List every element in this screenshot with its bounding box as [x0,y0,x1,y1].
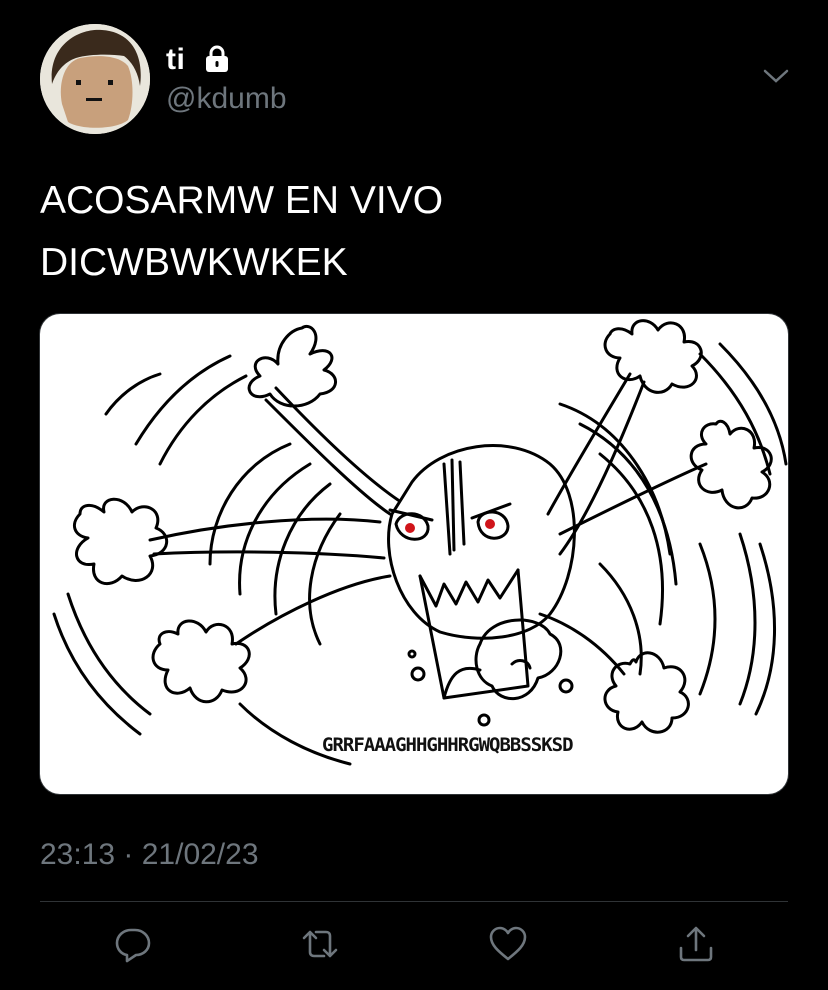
divider [40,901,788,902]
chevron-down-icon[interactable] [762,66,790,86]
retweet-button[interactable] [300,924,340,964]
like-button[interactable] [488,924,528,964]
user-handle[interactable]: @kdumb [166,82,287,116]
retweet-icon [302,930,338,958]
display-name[interactable]: ti [166,43,185,77]
tweet-text-line: DICWBWKWKEK [40,241,348,284]
share-button[interactable] [676,924,716,964]
avatar[interactable] [40,24,150,134]
tweet-timestamp[interactable]: 23:13 · 21/02/23 [40,838,259,872]
monster-drawing [52,319,788,766]
heart-icon [489,926,527,961]
lock-icon [206,45,228,72]
drawing-caption: GRRFAAAGHHGHHRGWQBBSSKSD [322,734,574,756]
share-icon [679,926,713,962]
reply-icon [115,928,151,963]
tweet-text-line: ACOSARMW EN VIVO [40,179,444,222]
avatar-image [40,24,150,134]
tweet-text: ACOSARMW EN VIVO DICWBWKWKEK [40,170,780,294]
reply-button[interactable] [113,924,153,964]
tweet-media-image[interactable]: GRRFAAAGHHGHHRGWQBBSSKSD [40,314,788,794]
